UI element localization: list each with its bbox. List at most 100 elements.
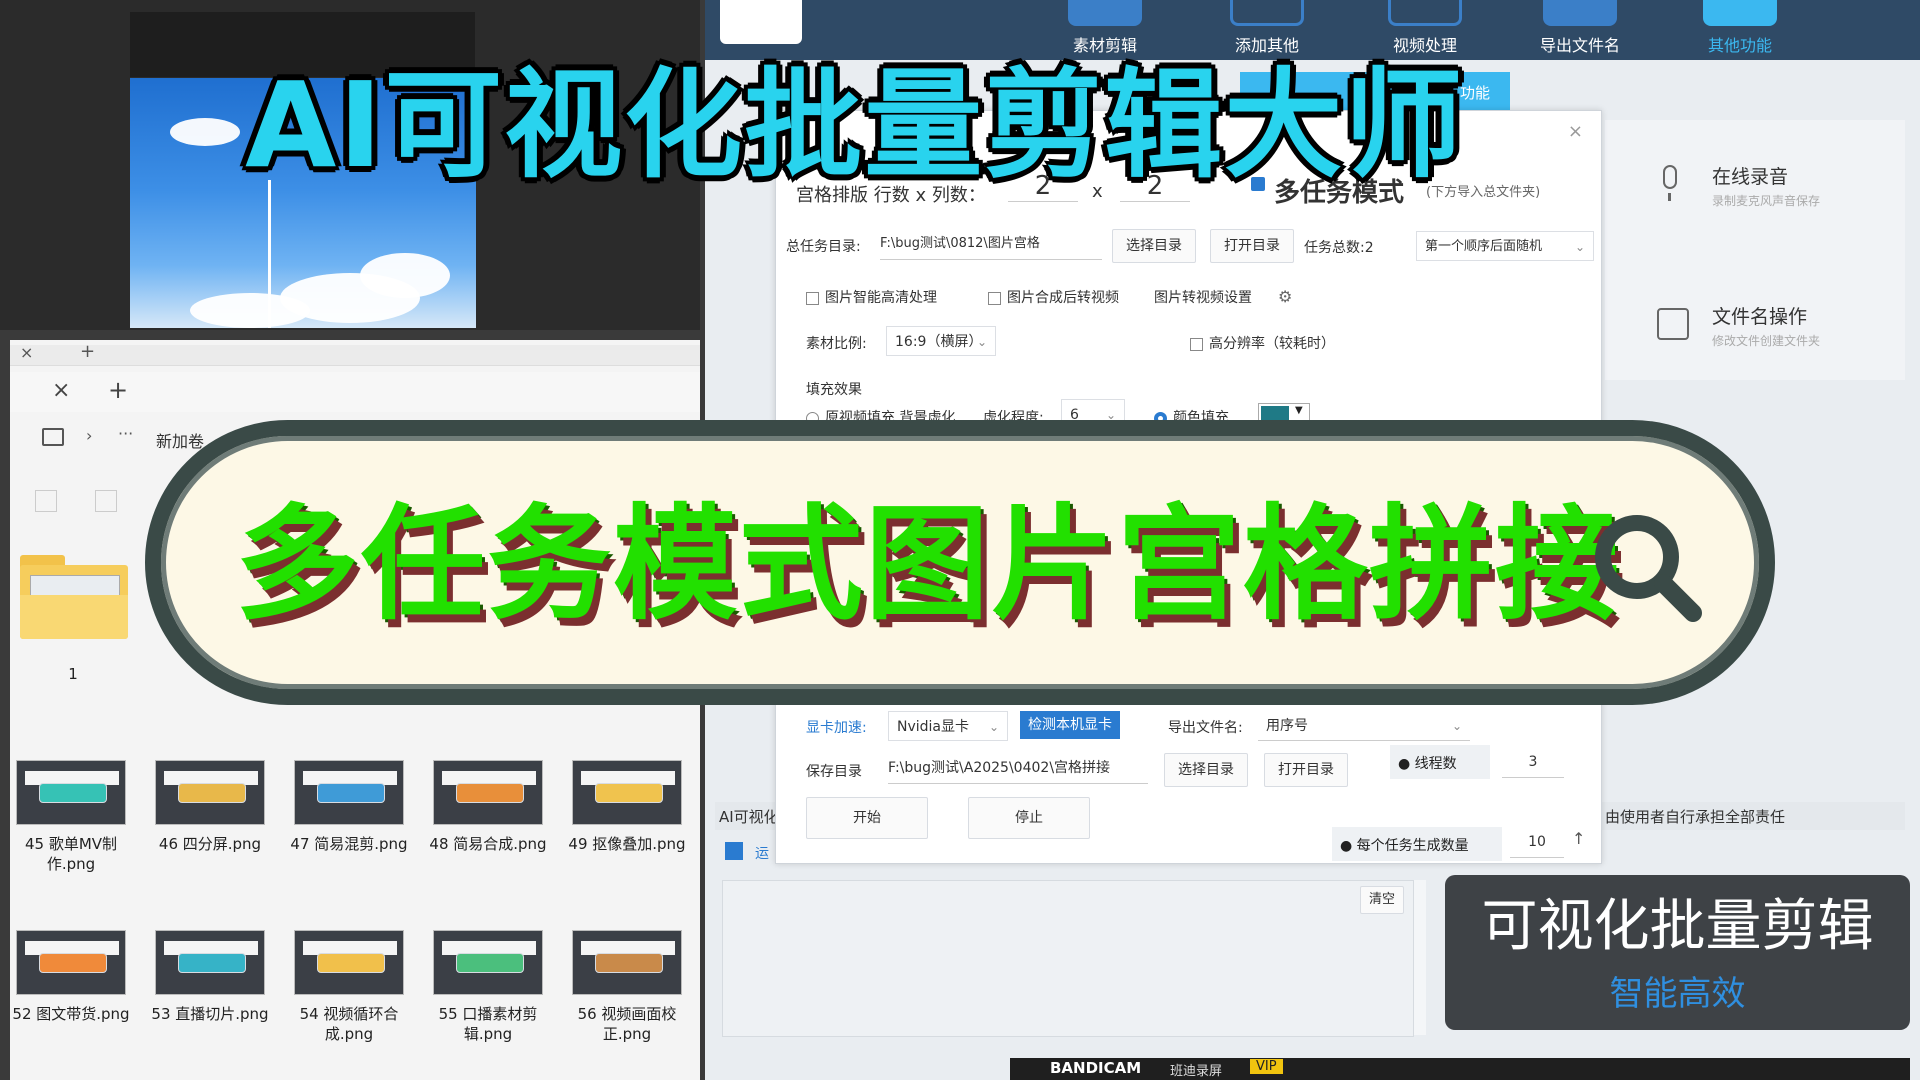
detect-gpu-button[interactable]: 检测本机显卡 <box>1020 711 1120 739</box>
highres-label: 高分辨率（较耗时） <box>1209 336 1335 352</box>
breadcrumb-path[interactable]: 新加卷 <box>156 428 204 452</box>
side-item-title[interactable]: 在线录音 <box>1712 162 1788 189</box>
copy-icon[interactable] <box>95 490 117 512</box>
export-icon <box>1543 0 1617 26</box>
plus-icon[interactable]: + <box>80 341 95 362</box>
chevron-down-icon: ⌄ <box>976 335 987 349</box>
toolbar-add-other[interactable]: 添加其他 <box>1212 0 1322 60</box>
toolbar-export-filename[interactable]: 导出文件名 <box>1525 0 1635 60</box>
toolbar-label: 素材剪辑 <box>1072 36 1137 55</box>
window-tab[interactable] <box>720 0 802 44</box>
toolbar-material-edit[interactable]: 素材剪辑 <box>1050 0 1160 60</box>
chevron-down-icon: ▼ <box>1295 405 1303 416</box>
export-name-value: 用序号 <box>1266 718 1308 734</box>
order-select[interactable]: 第一个顺序后面随机 ⌄ <box>1416 231 1594 261</box>
file-thumbnail[interactable] <box>294 760 404 825</box>
highres-checkbox[interactable] <box>1190 337 1203 351</box>
file-name: 46 四分屏.png <box>158 835 262 853</box>
threads-input[interactable]: 3 <box>1502 747 1564 778</box>
microphone-icon[interactable] <box>1655 165 1685 205</box>
close-icon[interactable]: × <box>1568 121 1583 142</box>
file-thumbnail[interactable] <box>16 760 126 825</box>
side-item-desc: 修改文件创建文件夹 <box>1712 334 1821 348</box>
close-icon[interactable]: × <box>52 378 70 403</box>
to-video-option[interactable]: 图片合成后转视频 <box>988 287 1119 307</box>
log-area[interactable] <box>722 880 1414 1037</box>
file-thumbnail[interactable] <box>433 930 543 995</box>
more-icon[interactable]: ··· <box>118 424 133 443</box>
gpu-select[interactable]: Nvidia显卡 ⌄ <box>888 711 1008 741</box>
total-dir-label: 总任务目录: <box>786 239 861 255</box>
toolbar-other-functions[interactable]: 其他功能 <box>1685 0 1795 60</box>
grid-icon <box>1703 0 1777 26</box>
threads-label-wrap: ● 线程数 <box>1398 756 1457 772</box>
open-dir-button[interactable]: 打开目录 <box>1210 229 1294 263</box>
choose-save-dir-button[interactable]: 选择目录 <box>1164 753 1248 787</box>
ratio-label: 素材比例: <box>806 336 867 352</box>
save-dir-label: 保存目录 <box>806 764 862 780</box>
new-tab-icon[interactable]: + <box>108 376 128 404</box>
hd-checkbox[interactable] <box>806 291 819 305</box>
search-icon <box>1595 515 1702 622</box>
hd-option[interactable]: 图片智能高清处理 <box>806 287 937 307</box>
file-thumbnail[interactable] <box>294 930 404 995</box>
file-thumbnail[interactable] <box>155 930 265 995</box>
order-select-value: 第一个顺序后面随机 <box>1425 239 1543 254</box>
to-video-label: 图片合成后转视频 <box>1007 290 1119 306</box>
folder-icon[interactable] <box>20 555 128 640</box>
promo-subtitle: 智能高效 <box>1609 974 1746 1014</box>
cloud <box>360 253 450 298</box>
taskbar-app[interactable]: BANDICAM <box>1050 1059 1141 1077</box>
file-name: 52 图文带货.png <box>12 1005 130 1023</box>
folder-label: 1 <box>68 665 78 683</box>
chevron-down-icon: ⌄ <box>988 720 999 734</box>
export-name-label: 导出文件名: <box>1168 720 1243 736</box>
choose-dir-button[interactable]: 选择目录 <box>1112 229 1196 263</box>
toolbar-label: 添加其他 <box>1234 36 1299 55</box>
start-button[interactable]: 开始 <box>806 797 928 839</box>
save-dir-input[interactable]: F:\bug测试\A2025\0402\宫格拼接 <box>888 753 1148 784</box>
clear-button[interactable]: 清空 <box>1360 886 1404 914</box>
ratio-select-value: 16:9（横屏） <box>895 334 983 350</box>
highres-option[interactable]: 高分辨率（较耗时） <box>1190 333 1335 353</box>
taskbar: BANDICAM 班迪录屏 VIP <box>1010 1058 1910 1080</box>
side-item-title[interactable]: 文件名操作 <box>1712 302 1807 329</box>
file-gear-icon[interactable] <box>1657 308 1689 340</box>
file-thumbnail[interactable] <box>572 760 682 825</box>
run-label: 运 <box>755 846 769 862</box>
to-video-checkbox[interactable] <box>988 291 1001 305</box>
arrow-up-icon[interactable]: ↑ <box>1572 829 1585 848</box>
toolbar-label: 视频处理 <box>1392 36 1457 55</box>
file-thumbnail[interactable] <box>572 930 682 995</box>
main-title: AI可视化批量剪辑大师 <box>245 56 1465 194</box>
hd-label: 图片智能高清处理 <box>825 290 937 306</box>
export-name-select[interactable]: 用序号 ⌄ <box>1258 711 1470 741</box>
file-thumbnail[interactable] <box>433 760 543 825</box>
computer-icon[interactable] <box>42 428 64 446</box>
cloud <box>190 293 310 328</box>
file-thumbnail[interactable] <box>16 930 126 995</box>
toolbar-video-process[interactable]: 视频处理 <box>1370 0 1480 60</box>
per-task-label-wrap: ● 每个任务生成数量 <box>1340 838 1469 854</box>
log-scrollbar[interactable] <box>1414 880 1426 1035</box>
cut-icon[interactable] <box>35 490 57 512</box>
film-icon <box>1068 0 1142 26</box>
video-settings-link[interactable]: 图片转视频设置 <box>1154 287 1252 307</box>
per-task-input[interactable]: 10 <box>1510 827 1564 858</box>
gear-icon[interactable]: ⚙ <box>1278 287 1292 306</box>
chevron-down-icon: ⌄ <box>1451 719 1462 733</box>
ratio-select[interactable]: 16:9（横屏） ⌄ <box>886 326 996 356</box>
pill-text: 多任务模式图片宫格拼接 <box>235 493 1622 637</box>
status-right: 由使用者自行承担全部责任 <box>1605 808 1786 826</box>
file-thumbnail[interactable] <box>155 760 265 825</box>
promo-title: 可视化批量剪辑 <box>1481 894 1874 959</box>
edit-icon[interactable] <box>725 842 743 860</box>
task-count: 任务总数:2 <box>1304 240 1374 256</box>
close-icon[interactable]: × <box>20 343 33 362</box>
open-save-dir-button[interactable]: 打开目录 <box>1264 753 1348 787</box>
stop-button[interactable]: 停止 <box>968 797 1090 839</box>
total-dir-input[interactable]: F:\bug测试\0812\图片宫格 <box>880 229 1102 260</box>
timeline-cursor <box>268 180 271 328</box>
file-name: 55 口播素材剪辑.png <box>438 1005 538 1043</box>
file-name: 53 直播切片.png <box>151 1005 269 1023</box>
